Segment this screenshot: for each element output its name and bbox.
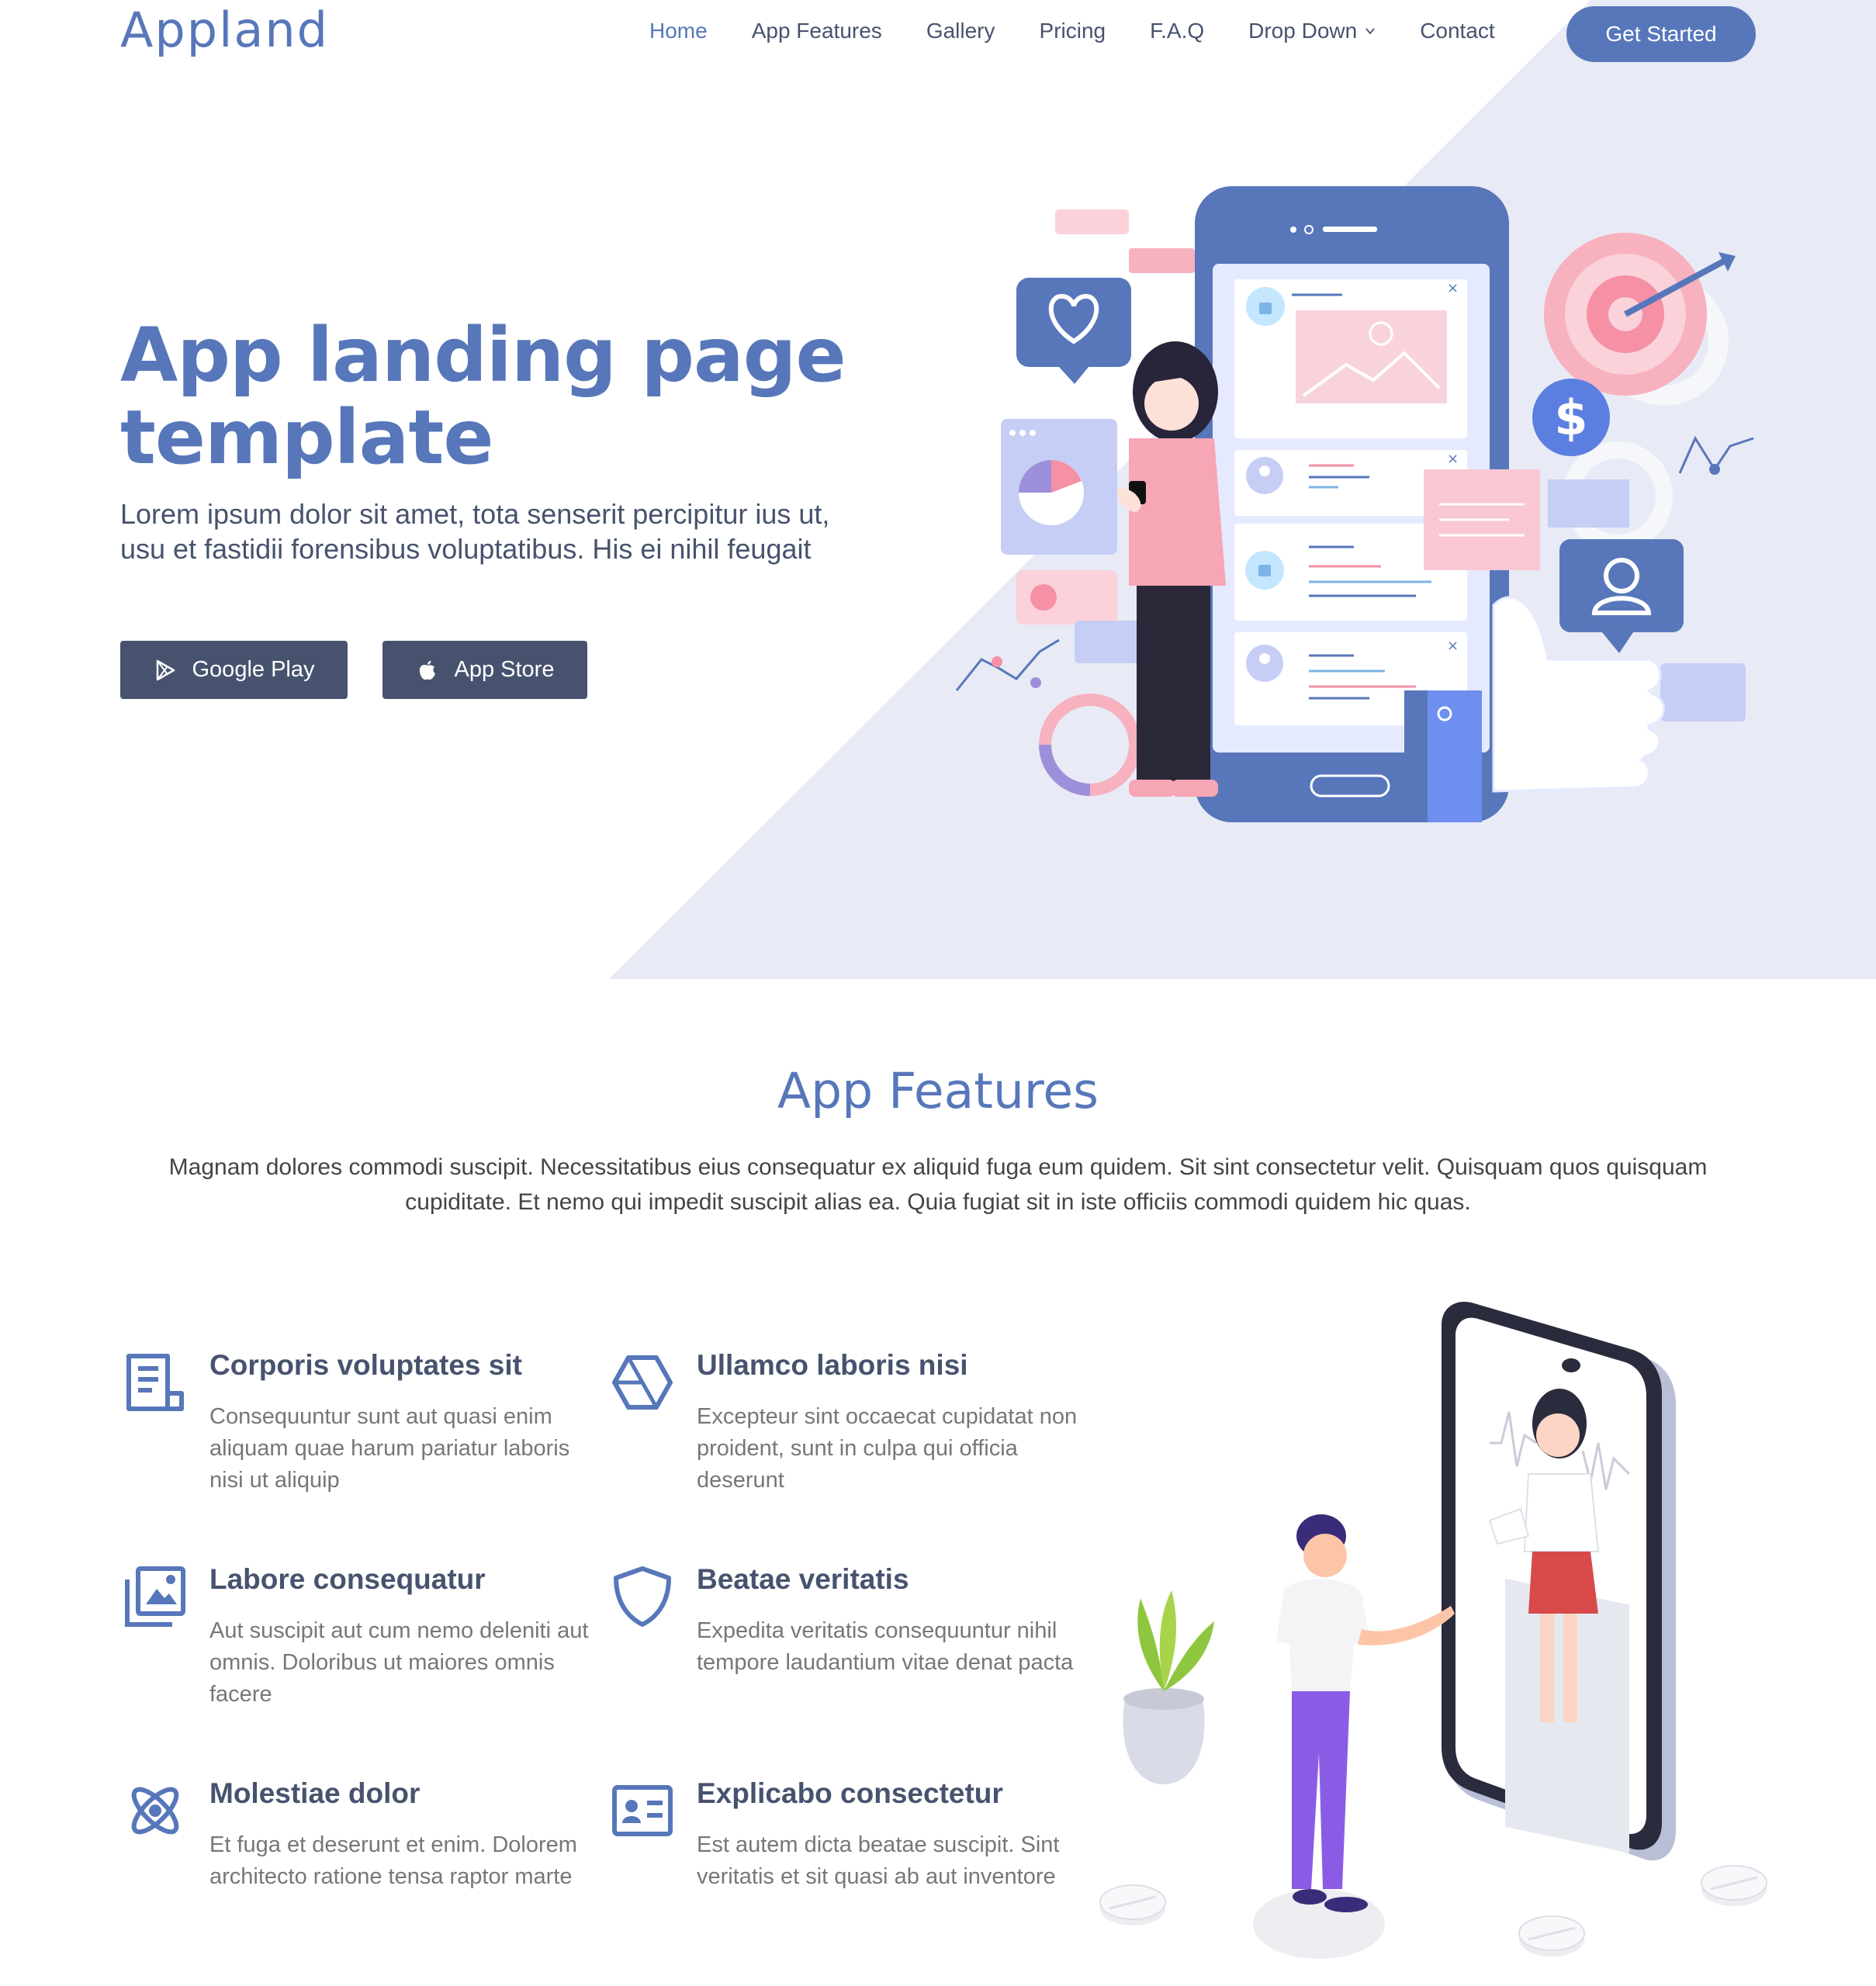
feature-text: Expedita veritatis consequuntur nihil te… bbox=[697, 1618, 1074, 1675]
hero-title-line-1: App landing page bbox=[120, 312, 846, 399]
features-illustration bbox=[1099, 1302, 1767, 1959]
features-description-line-1: Magnam dolores commodi suscipit. Necessi… bbox=[168, 1154, 1708, 1180]
hero-title: App landing page template bbox=[120, 314, 896, 479]
plant-icon bbox=[1123, 1590, 1214, 1784]
google-play-label: Google Play bbox=[192, 657, 315, 682]
images-icon bbox=[125, 1566, 185, 1627]
svg-text:×: × bbox=[1447, 280, 1459, 296]
atom-icon bbox=[131, 1787, 179, 1835]
svg-text:$: $ bbox=[1554, 389, 1587, 446]
shield-icon bbox=[614, 1566, 671, 1627]
feature-title: Explicabo consectetur bbox=[697, 1777, 1003, 1809]
feature-text: Excepteur sint occaecat cupidatat non pr… bbox=[697, 1404, 1078, 1493]
nav-drop-down-label: Drop Down bbox=[1248, 19, 1358, 43]
cube-icon bbox=[612, 1355, 673, 1410]
app-store-label: App Store bbox=[454, 657, 555, 682]
id-card-icon bbox=[612, 1785, 673, 1836]
receipt-icon bbox=[126, 1354, 184, 1411]
hero-subtitle: Lorem ipsum dolor sit amet, tota senseri… bbox=[120, 496, 943, 566]
hero-title-line-2: template bbox=[120, 394, 493, 481]
hero-subtitle-line-2: usu et fastidii forensibus voluptatibus.… bbox=[120, 533, 812, 565]
svg-text:×: × bbox=[1447, 638, 1459, 654]
hero-subtitle-line-1: Lorem ipsum dolor sit amet, tota senseri… bbox=[120, 498, 830, 530]
nav-pricing[interactable]: Pricing bbox=[1040, 19, 1106, 43]
feature-text: Et fuga et deserunt et enim. Dolorem arc… bbox=[209, 1832, 577, 1889]
nav-drop-down[interactable]: Drop Down bbox=[1248, 19, 1376, 43]
nav-app-features[interactable]: App Features bbox=[752, 19, 882, 43]
logo[interactable]: Appland bbox=[120, 2, 329, 58]
feature-text: Consequuntur sunt aut quasi enim aliquam… bbox=[209, 1404, 570, 1493]
feature-title: Labore consequatur bbox=[209, 1563, 486, 1595]
features-description: Magnam dolores commodi suscipit. Necessi… bbox=[120, 1150, 1756, 1220]
nav-gallery[interactable]: Gallery bbox=[926, 19, 995, 43]
main-nav: Home App Features Gallery Pricing F.A.Q … bbox=[649, 19, 1539, 43]
nav-contact[interactable]: Contact bbox=[1420, 19, 1495, 43]
feature-title: Beatae veritatis bbox=[697, 1563, 909, 1595]
nav-home[interactable]: Home bbox=[649, 19, 708, 43]
feature-text: Est autem dicta beatae suscipit. Sint ve… bbox=[697, 1832, 1060, 1889]
features-title: App Features bbox=[777, 1063, 1099, 1119]
user-bubble-icon bbox=[1559, 539, 1684, 653]
svg-text:×: × bbox=[1447, 451, 1459, 467]
google-play-button[interactable]: Google Play bbox=[120, 641, 348, 699]
app-store-button[interactable]: App Store bbox=[382, 641, 587, 699]
heart-bubble-icon bbox=[1016, 278, 1131, 384]
features-description-line-2: cupiditate. Et nemo qui impedit suscipit… bbox=[405, 1189, 1471, 1215]
google-play-icon bbox=[156, 659, 175, 680]
feature-title: Ullamco laboris nisi bbox=[697, 1349, 968, 1381]
get-started-button[interactable]: Get Started bbox=[1566, 6, 1756, 62]
apple-icon bbox=[419, 660, 435, 680]
feature-text: Aut suscipit aut cum nemo deleniti aut o… bbox=[209, 1618, 589, 1707]
man-figure bbox=[1253, 1514, 1455, 1959]
chevron-down-icon bbox=[1365, 28, 1375, 35]
feature-title: Corporis voluptates sit bbox=[209, 1349, 522, 1381]
hero-illustration: $ × × × bbox=[955, 186, 1754, 822]
nav-faq[interactable]: F.A.Q bbox=[1150, 19, 1204, 43]
feature-title: Molestiae dolor bbox=[209, 1777, 421, 1809]
